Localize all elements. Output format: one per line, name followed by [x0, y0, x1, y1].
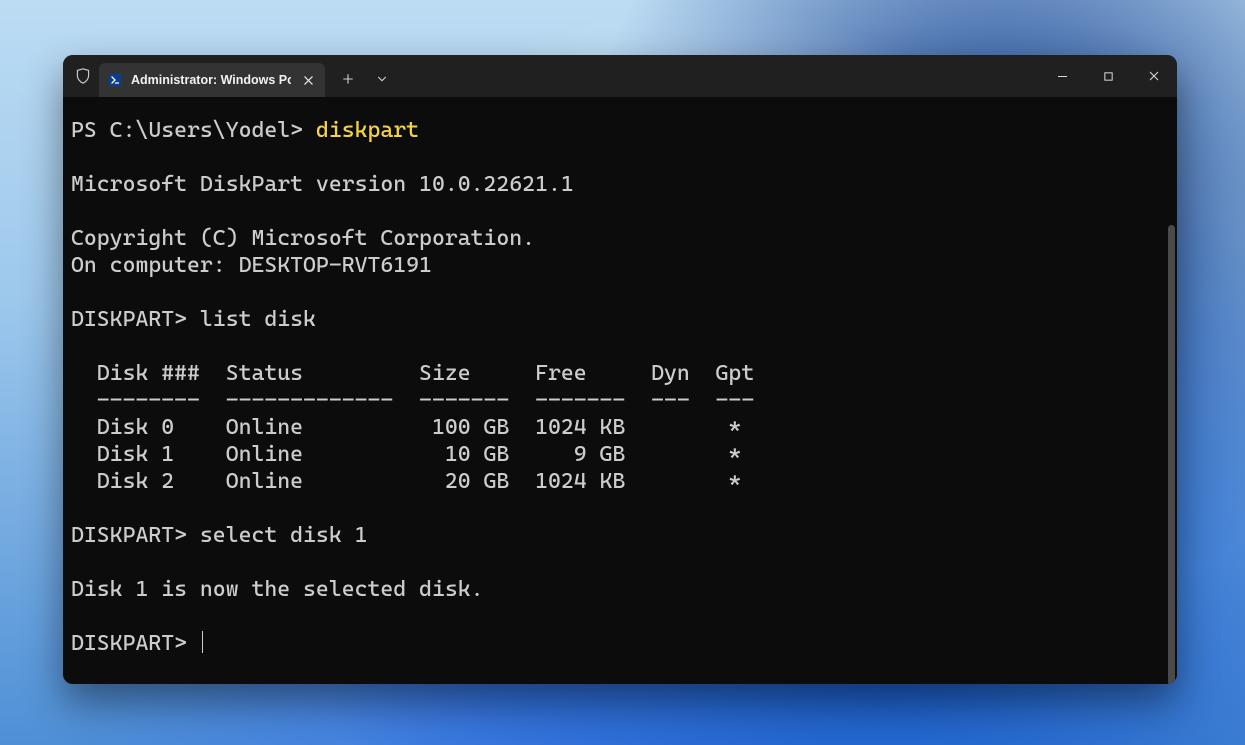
titlebar[interactable]: Administrator: Windows Powe — [63, 55, 1177, 97]
table-row: Disk 1 Online 10 GB 9 GB * — [71, 442, 741, 467]
tab-powershell[interactable]: Administrator: Windows Powe — [99, 63, 325, 97]
terminal-line: DISKPART> list disk — [71, 307, 316, 332]
table-divider: -------- ------------- ------- ------- -… — [71, 388, 754, 413]
diskpart-prompt: DISKPART> — [71, 631, 200, 656]
command-diskpart: diskpart — [316, 118, 419, 143]
terminal-line: Copyright (C) Microsoft Corporation. — [71, 226, 535, 251]
table-row: Disk 0 Online 100 GB 1024 KB * — [71, 415, 741, 440]
new-tab-button[interactable] — [331, 62, 365, 96]
powershell-icon — [107, 72, 123, 88]
scrollbar-thumb[interactable] — [1168, 225, 1175, 684]
terminal-line: PS C:\Users\Yodel> diskpart — [71, 118, 419, 143]
terminal-line: On computer: DESKTOP-RVT6191 — [71, 253, 432, 278]
text-cursor — [202, 631, 204, 653]
admin-shield-icon — [73, 66, 93, 86]
table-row: Disk 2 Online 20 GB 1024 KB * — [71, 469, 741, 494]
minimize-button[interactable] — [1039, 55, 1085, 97]
terminal-line: DISKPART> select disk 1 — [71, 523, 367, 548]
ps-prompt: PS C:\Users\Yodel> — [71, 118, 316, 143]
terminal-line: DISKPART> — [71, 631, 203, 656]
tab-dropdown-button[interactable] — [365, 62, 399, 96]
close-window-button[interactable] — [1131, 55, 1177, 97]
tab-title: Administrator: Windows Powe — [131, 73, 291, 87]
table-header: Disk ### Status Size Free Dyn Gpt — [71, 361, 754, 386]
terminal-line: Microsoft DiskPart version 10.0.22621.1 — [71, 172, 574, 197]
tab-close-button[interactable] — [297, 69, 319, 91]
maximize-button[interactable] — [1085, 55, 1131, 97]
terminal-window: Administrator: Windows Powe — [63, 55, 1177, 684]
terminal-content[interactable]: PS C:\Users\Yodel> diskpart Microsoft Di… — [63, 97, 1177, 684]
terminal-line: Disk 1 is now the selected disk. — [71, 577, 484, 602]
